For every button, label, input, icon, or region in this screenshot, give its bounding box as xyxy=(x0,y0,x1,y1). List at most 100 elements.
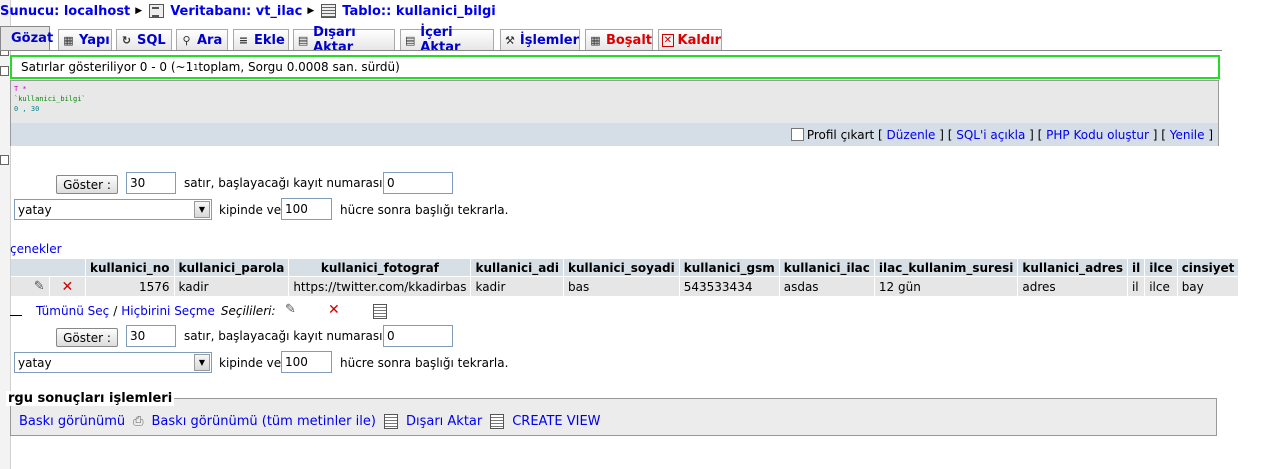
column-header[interactable]: kullanici_adres xyxy=(1018,259,1127,276)
selection-separator: / xyxy=(113,304,118,318)
results-table: kullanici_no kullanici_parola kullanici_… xyxy=(10,258,1239,297)
structure-icon: ▦ xyxy=(63,33,74,47)
tab-drop-label: Kaldır xyxy=(677,32,721,48)
print-view-link[interactable]: Baskı görünümü xyxy=(19,414,125,429)
repeat-label-bottom: hücre sonra başlığı tekrarla. xyxy=(340,356,509,370)
table-cell: bas xyxy=(564,277,679,296)
display-mode-select-top[interactable]: yatay ▼ xyxy=(14,199,212,220)
breadcrumb: Sunucu: localhost ▶ Veritabanı: vt_ilac … xyxy=(0,2,496,20)
sql-icon: ↻ xyxy=(121,33,132,47)
chevron-right-icon: ▶ xyxy=(135,6,143,16)
display-mode-value: yatay xyxy=(18,355,52,370)
column-header[interactable]: kullanici_adi xyxy=(471,259,563,276)
tab-sql[interactable]: ↻ SQL xyxy=(116,29,172,50)
column-header[interactable]: kullanici_no xyxy=(86,259,174,276)
table-cell: 12 gün xyxy=(874,277,1018,296)
profile-label: Profil çıkart xyxy=(806,127,875,142)
tab-browse[interactable]: Gözat xyxy=(0,26,53,50)
breadcrumb-server[interactable]: Sunucu: localhost xyxy=(0,4,130,19)
tab-bar: Gözat ▦ Yapı ↻ SQL ⚲ Ara ≡ Ekle ▤ Dışarı… xyxy=(0,25,1263,55)
start-input-top[interactable]: 0 xyxy=(383,172,453,194)
export-icon: ▤ xyxy=(297,33,309,47)
column-header[interactable]: kullanici_fotograf xyxy=(289,259,471,276)
delete-row-cell[interactable]: ✕ xyxy=(49,277,85,296)
column-header[interactable]: cinsiyet xyxy=(1177,259,1239,276)
repeat-input-top[interactable]: 100 xyxy=(281,198,332,220)
tab-insert[interactable]: ≡ Ekle xyxy=(233,29,289,50)
delete-icon[interactable]: ✕ xyxy=(61,279,73,295)
breadcrumb-table[interactable]: Tablo:: kullanici_bilgi xyxy=(342,4,496,19)
query-result-notice: Satırlar gösteriliyor 0 - 0 (~1 1 toplam,… xyxy=(10,55,1220,79)
create-view-link[interactable]: CREATE VIEW xyxy=(512,414,600,429)
explain-sql-link[interactable]: SQL'i açıkla xyxy=(956,128,1025,142)
sql-line-3: 0 , 30 xyxy=(14,105,40,113)
print-view-full-link[interactable]: Baskı görünümü (tüm metinler ile) xyxy=(152,414,376,429)
tab-structure-label: Yapı xyxy=(79,32,110,48)
column-header[interactable]: kullanici_ilac xyxy=(779,259,874,276)
rows-label-top: satır, başlayacağı kayıt numarası: xyxy=(184,176,387,190)
database-icon xyxy=(149,4,165,18)
column-header[interactable]: il xyxy=(1127,259,1145,276)
profile-checkbox[interactable] xyxy=(790,128,804,141)
options-link[interactable]: çenekler xyxy=(10,242,62,256)
tab-export[interactable]: ▤ Dışarı Aktar xyxy=(293,25,395,55)
table-cell: asdas xyxy=(779,277,874,296)
display-mode-value: yatay xyxy=(18,202,52,217)
tab-operations-label: İşlemler xyxy=(519,32,579,48)
sql-query-box: T * `kullanici_bilgi` 0 , 30 Profil çıka… xyxy=(10,80,1219,146)
column-header[interactable]: kullanici_soyadi xyxy=(564,259,679,276)
tab-empty[interactable]: ▦ Boşalt xyxy=(585,29,653,50)
column-header[interactable]: kullanici_gsm xyxy=(679,259,779,276)
display-mode-select-bottom[interactable]: yatay ▼ xyxy=(14,352,212,373)
tab-search-label: Ara xyxy=(197,32,223,48)
pencil-icon[interactable]: ✎ xyxy=(34,279,45,294)
table-header-row: kullanici_no kullanici_parola kullanici_… xyxy=(11,259,1239,276)
tab-divider xyxy=(0,50,1222,51)
tab-operations[interactable]: ⚒ İşlemler xyxy=(500,29,580,50)
php-code-link[interactable]: PHP Kodu oluştur xyxy=(1046,128,1149,142)
column-header[interactable]: ilce xyxy=(1145,259,1177,276)
search-icon: ⚲ xyxy=(182,33,191,47)
table-cell: adres xyxy=(1018,277,1127,296)
edit-link[interactable]: Düzenle xyxy=(887,128,936,142)
import-icon: ▤ xyxy=(404,33,416,47)
show-button-bottom[interactable]: Göster : xyxy=(56,328,118,347)
drop-icon: ✕ xyxy=(662,33,674,47)
empty-icon: ▦ xyxy=(590,33,601,47)
tab-search[interactable]: ⚲ Ara xyxy=(176,29,228,50)
export-link[interactable]: Dışarı Aktar xyxy=(406,414,482,429)
sql-code: T * `kullanici_bilgi` 0 , 30 xyxy=(14,84,86,114)
tab-import[interactable]: ▤ İçeri Aktar xyxy=(400,25,494,55)
table-cell: ilce xyxy=(1145,277,1177,296)
tab-empty-label: Boşalt xyxy=(605,32,652,48)
operations-icon: ⚒ xyxy=(505,33,515,47)
select-none-link[interactable]: Hiçbirini Seçme xyxy=(121,304,215,318)
edit-row-cell[interactable]: ✎ xyxy=(11,277,49,296)
rows-input-bottom[interactable]: 30 xyxy=(126,325,176,347)
repeat-input-bottom[interactable]: 100 xyxy=(281,351,332,373)
tab-structure[interactable]: ▦ Yapı xyxy=(58,29,112,50)
table-cell: kadir xyxy=(471,277,563,296)
column-header[interactable]: kullanici_parola xyxy=(174,259,289,276)
tab-drop[interactable]: ✕ Kaldır xyxy=(658,29,722,50)
column-header[interactable]: ilac_kullanim_suresi xyxy=(874,259,1018,276)
table-cell: 543533434 xyxy=(679,277,779,296)
select-all-link[interactable]: Tümünü Seç xyxy=(36,304,109,318)
pencil-icon[interactable]: ✎ xyxy=(285,302,296,317)
export-icon xyxy=(383,414,398,429)
delete-icon[interactable]: ✕ xyxy=(328,302,340,318)
repeat-label-top: hücre sonra başlığı tekrarla. xyxy=(340,203,509,217)
export-icon[interactable] xyxy=(373,304,387,319)
printer-icon: ⎙ xyxy=(133,414,144,429)
mode-label-bottom: kipinde ve xyxy=(219,356,282,370)
chevron-down-icon: ▼ xyxy=(194,354,210,371)
refresh-link[interactable]: Yenile xyxy=(1170,128,1205,142)
tab-sql-label: SQL xyxy=(137,32,166,48)
rows-input-top[interactable]: 30 xyxy=(126,172,176,194)
table-cell: 1576 xyxy=(86,277,174,296)
show-button-top[interactable]: Göster : xyxy=(56,175,118,194)
breadcrumb-database[interactable]: Veritabanı: vt_ilac xyxy=(170,4,302,19)
start-input-bottom[interactable]: 0 xyxy=(383,325,453,347)
view-icon xyxy=(490,414,505,429)
query-ops-fieldset: Baskı görünümü ⎙ Baskı görünümü (tüm met… xyxy=(10,398,1217,436)
